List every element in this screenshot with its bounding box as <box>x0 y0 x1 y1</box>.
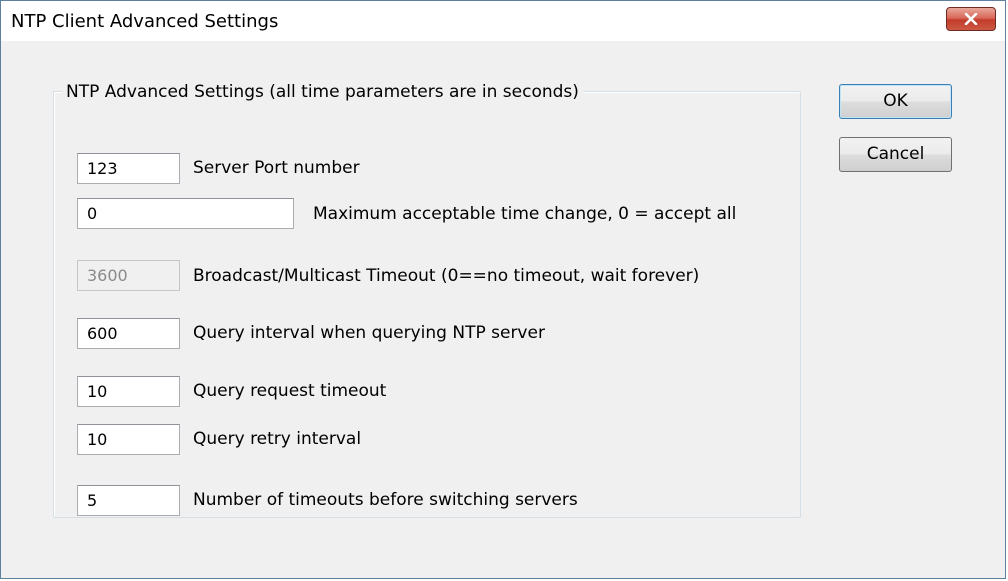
query-request-timeout-input[interactable]: 10 <box>77 376 180 407</box>
server-port-input[interactable]: 123 <box>77 153 180 184</box>
query-retry-interval-input[interactable]: 10 <box>77 424 180 455</box>
timeouts-before-switching-input[interactable]: 5 <box>77 485 180 516</box>
broadcast-timeout-input: 3600 <box>77 260 180 291</box>
server-port-label: Server Port number <box>193 158 360 178</box>
query-request-timeout-label: Query request timeout <box>193 381 387 401</box>
window-title: NTP Client Advanced Settings <box>11 11 279 32</box>
max-time-change-label: Maximum acceptable time change, 0 = acce… <box>313 204 737 224</box>
query-interval-label: Query interval when querying NTP server <box>193 323 545 343</box>
close-button[interactable] <box>946 7 996 31</box>
broadcast-timeout-label: Broadcast/Multicast Timeout (0==no timeo… <box>193 266 700 286</box>
max-time-change-input[interactable]: 0 <box>77 198 294 229</box>
timeouts-before-switching-label: Number of timeouts before switching serv… <box>193 490 578 510</box>
query-retry-interval-label: Query retry interval <box>193 429 362 449</box>
group-label: NTP Advanced Settings (all time paramete… <box>62 82 583 102</box>
title-bar[interactable]: NTP Client Advanced Settings <box>1 1 1005 41</box>
close-icon <box>964 13 978 25</box>
cancel-button[interactable]: Cancel <box>839 137 952 172</box>
query-interval-input[interactable]: 600 <box>77 318 180 349</box>
dialog-window: NTP Client Advanced Settings OK Cancel N… <box>0 0 1006 579</box>
ok-button[interactable]: OK <box>839 84 952 119</box>
